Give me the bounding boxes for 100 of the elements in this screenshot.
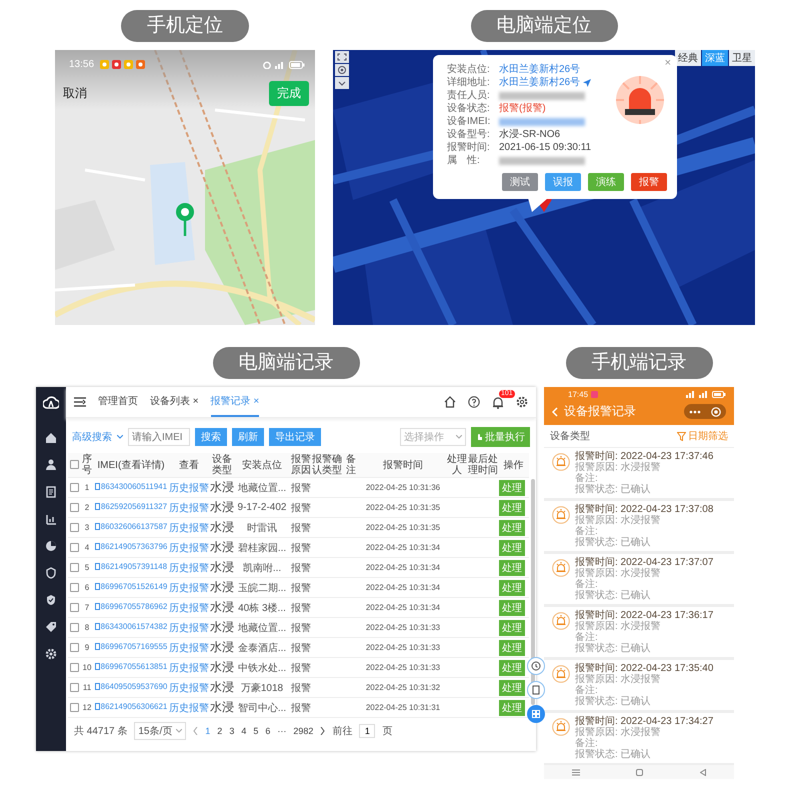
locate-icon[interactable] [335,64,349,76]
row-checkbox[interactable] [70,482,78,492]
nav-tab[interactable]: 管理首页 [98,387,138,417]
record-card[interactable]: 报警时间: 2022-04-23 17:35:40 报警原因: 水浸报警 备注: 报警状态: 已确认 [544,660,734,710]
imei-link[interactable]: 864095059537690 [94,682,168,691]
back-icon[interactable] [552,406,558,416]
menu-icon[interactable] [74,397,86,407]
search-field[interactable]: 请输入IMEI [128,428,190,446]
close-button[interactable]: × [664,57,671,69]
row-checkbox[interactable] [70,682,78,692]
document-icon[interactable] [45,486,57,498]
handle-button[interactable]: 处理 [499,500,525,516]
row-checkbox[interactable] [70,602,78,612]
history-link[interactable]: 历史报警 [169,662,209,674]
filter-label[interactable]: 设备类型 [550,429,590,443]
target-icon[interactable] [711,406,721,416]
tag-icon[interactable] [45,621,57,633]
shield-icon[interactable] [45,567,57,579]
history-link[interactable]: 历史报警 [169,502,209,514]
home-icon[interactable] [444,396,456,408]
nav-tab[interactable]: 报警记录 × [210,387,260,417]
imei-link[interactable]: 869967057169555 [94,642,168,651]
help-icon[interactable] [468,396,480,408]
action-button[interactable]: 误报 [545,173,581,191]
handle-button[interactable]: 处理 [499,540,525,556]
back-triangle-icon[interactable] [700,768,706,776]
history-link[interactable]: 历史报警 [169,682,209,694]
row-checkbox[interactable] [70,542,78,552]
document-icon[interactable] [527,681,545,699]
handle-button[interactable]: 处理 [499,520,525,536]
page-number[interactable]: 2982 [293,726,314,736]
imei-link[interactable]: 860326066137587 [94,522,168,531]
page-size-select[interactable]: 15条/页 [134,722,186,740]
row-checkbox[interactable] [70,502,78,512]
page-input[interactable]: 1 [359,724,376,738]
page-number[interactable]: 3 [229,726,234,736]
cancel-button[interactable]: 取消 [63,85,87,102]
page-number[interactable]: 2 [217,726,222,736]
next-page-icon[interactable] [320,727,326,735]
toolbar-button[interactable]: 搜索 [195,428,227,446]
cloud-logo-icon[interactable] [43,395,59,409]
handle-button[interactable]: 处理 [499,660,525,676]
map-type-tab[interactable]: 卫星 [729,50,755,66]
history-link[interactable]: 历史报警 [169,482,209,494]
imei-link[interactable]: 869967055613851 [94,662,168,671]
bell-icon[interactable] [492,396,504,408]
clock-icon[interactable] [527,657,545,675]
imei-link[interactable]: 862149057391148 [94,562,168,571]
history-link[interactable]: 历史报警 [169,642,209,654]
action-button[interactable]: 报警 [631,173,667,191]
nav-tab[interactable]: 设备列表 × [150,387,199,417]
person-icon[interactable] [45,459,57,471]
row-checkbox[interactable] [70,642,78,652]
imei-link[interactable]: 863430061574382 [94,622,168,631]
grid-icon[interactable] [527,705,545,723]
select-all-checkbox[interactable] [70,460,78,470]
done-button[interactable]: 完成 [269,81,309,106]
handle-button[interactable]: 处理 [499,580,525,596]
imei-link[interactable]: 862149057363796 [94,542,168,551]
imei-link[interactable]: 869967055786962 [94,602,168,611]
imei-link[interactable]: 862592056911327 [94,502,168,511]
row-checkbox[interactable] [70,702,78,712]
row-checkbox[interactable] [70,582,78,592]
fullscreen-icon[interactable] [335,51,349,63]
date-filter-button[interactable]: 日期筛选 [677,429,728,443]
toolbar-button[interactable]: 刷新 [232,428,264,446]
imei-link[interactable]: 862149056306621 [94,702,168,711]
handle-button[interactable]: 处理 [499,700,525,716]
chevron-down-icon[interactable] [335,77,349,89]
handle-button[interactable]: 处理 [499,640,525,656]
history-link[interactable]: 历史报警 [169,602,209,614]
record-card[interactable]: 报警时间: 2022-04-23 17:36:17 报警原因: 水浸报警 备注: 报警状态: 已确认 [544,607,734,657]
pie-chart-icon[interactable] [45,540,57,552]
imei-link[interactable]: 863430060511941 [94,482,168,491]
record-card[interactable]: 报警时间: 2022-04-23 17:37:07 报警原因: 水浸报警 备注: 报警状态: 已确认 [544,554,734,604]
history-link[interactable]: 历史报警 [169,562,209,574]
handle-button[interactable]: 处理 [499,560,525,576]
history-link[interactable]: 历史报警 [169,542,209,554]
history-link[interactable]: 历史报警 [169,582,209,594]
action-button[interactable]: 测试 [502,173,538,191]
batch-execute-button[interactable]: 批量执行 [471,427,530,447]
row-checkbox[interactable] [70,622,78,632]
page-number[interactable]: 5 [253,726,258,736]
handle-button[interactable]: 处理 [499,600,525,616]
record-card[interactable]: 报警时间: 2022-04-23 17:34:27 报警原因: 水浸报警 备注: 报警状态: 已确认 [544,713,734,763]
page-number[interactable]: 4 [241,726,246,736]
action-select[interactable]: 选择操作 [400,428,466,446]
shield-check-icon[interactable] [45,594,57,606]
action-button[interactable]: 演练 [588,173,624,191]
row-checkbox[interactable] [70,562,78,572]
home-square-icon[interactable] [636,768,644,776]
handle-button[interactable]: 处理 [499,480,525,496]
record-card[interactable]: 报警时间: 2022-04-23 17:37:08 报警原因: 水浸报警 备注: 报警状态: 已确认 [544,501,734,551]
history-link[interactable]: 历史报警 [169,702,209,714]
more-icon[interactable] [689,410,701,414]
map-type-tab[interactable]: 经典 [675,50,701,66]
page-number[interactable]: 1 [205,726,210,736]
search-mode-dropdown[interactable]: 高级搜索 [72,430,112,444]
imei-link[interactable]: 869967051526149 [94,582,168,591]
bar-chart-icon[interactable] [45,513,57,525]
